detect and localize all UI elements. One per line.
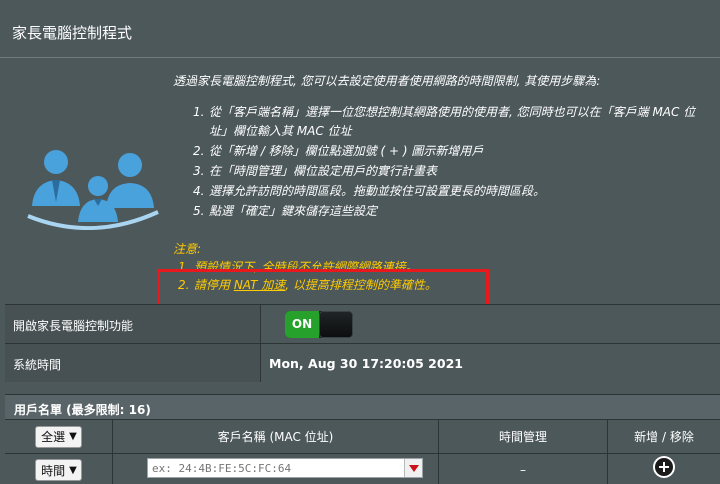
time-cell: – [439,454,608,484]
instructions: 透過家長電腦控制程式, 您可以去設定使用者使用網路的時間限制, 其使用步驟為: … [173,72,713,222]
client-list-header: 用戶名單 (最多限制: 16) [5,394,720,419]
note-text-post: , 以提高排程控制的準確性。 [285,278,437,292]
step-number: 1. [193,105,205,119]
toggle-knob [319,310,353,338]
note-item: 1. 預設情況下, 全時段不允許網際網路連接。 [178,258,713,276]
client-dropdown-button[interactable] [404,459,422,477]
step-text: 選擇允許訪問的時間區段。拖動並按住可設置更長的時間區段。 [209,184,546,198]
note-number: 1. [178,260,190,274]
time-value: – [520,463,526,477]
row-mode-label: 時間 [41,463,66,478]
select-all-dropdown[interactable]: 全選 ▼ [35,425,82,448]
setting-row-system-time: 系統時間 Mon, Aug 30 17:20:05 2021 [5,343,720,382]
add-circle-icon [655,458,673,476]
add-client-button[interactable] [653,456,675,478]
table-row: 時間 ▼ – [5,453,720,484]
step-text: 在「時間管理」欄位設定用戶的實行計畫表 [209,164,438,178]
enable-value: ON [261,305,720,343]
step-number: 4. [193,184,205,198]
client-combo [147,458,423,478]
step-number: 2. [193,144,205,158]
client-mac-input[interactable] [148,459,404,477]
add-remove-column-header: 新增 / 移除 [634,430,694,444]
toggle-on-label: ON [285,310,319,338]
setting-row-enable: 開啟家長電腦控制功能 ON [5,304,720,343]
row-mode-dropdown[interactable]: 時間 ▼ [35,459,82,481]
title-bar: 家長電腦控制程式 [0,0,720,56]
nat-acceleration-link[interactable]: NAT 加速 [234,278,285,292]
dropdown-arrow-icon [408,464,419,472]
notes-heading: 注意: [173,242,202,256]
enable-label: 開啟家長電腦控制功能 [5,305,261,343]
step-text: 點選「確定」鍵來儲存這些設定 [209,204,378,218]
step-item: 3. 在「時間管理」欄位設定用戶的實行計畫表 [193,162,713,181]
note-text: 預設情況下, 全時段不允許網際網路連接。 [194,260,418,274]
client-cell [113,454,439,484]
settings-table: 開啟家長電腦控制功能 ON 系統時間 Mon, Aug 30 17:20:05 … [5,304,720,382]
system-time-label: 系統時間 [5,344,261,382]
column-header-row: 全選 ▼ 客戶名稱 (MAC 位址) 時間管理 新增 / 移除 [5,419,720,453]
step-text: 從「新增 / 移除」欄位點選加號 ( + ) 圖示新增用戶 [209,144,484,158]
add-cell [608,454,720,484]
time-column-header: 時間管理 [439,420,608,453]
note-number: 2. [178,278,190,292]
client-list: 用戶名單 (最多限制: 16) 全選 ▼ 客戶名稱 (MAC 位址) 時間管理 … [5,394,720,484]
notes-list: 1. 預設情況下, 全時段不允許網際網路連接。 2. 請停用 NAT 加速, 以… [173,258,713,294]
system-time-value: Mon, Aug 30 17:20:05 2021 [261,344,720,382]
select-column-header: 全選 ▼ [5,420,113,453]
note-text: 請停用 NAT 加速, 以提高排程控制的準確性。 [194,276,437,294]
intro-text: 透過家長電腦控制程式, 您可以去設定使用者使用網路的時間限制, 其使用步驟為: [173,74,601,88]
steps-list: 1. 從「客戶端名稱」選擇一位您想控制其網路使用的使用者, 您同時也可以在「客戶端… [173,103,713,221]
page-title: 家長電腦控制程式 [12,24,133,42]
step-number: 3. [193,164,205,178]
family-icon [27,150,159,230]
step-item: 2. 從「新增 / 移除」欄位點選加號 ( + ) 圖示新增用戶 [193,142,713,161]
row-select-cell: 時間 ▼ [5,454,113,484]
enable-toggle[interactable]: ON [285,310,353,338]
chevron-down-icon: ▼ [69,431,77,442]
select-all-label: 全選 [41,430,66,444]
step-item: 1. 從「客戶端名稱」選擇一位您想控制其網路使用的使用者, 您同時也可以在「客戶端… [193,103,713,141]
notes: 注意: 1. 預設情況下, 全時段不允許網際網路連接。 2. 請停用 NAT 加… [173,240,713,294]
note-item: 2. 請停用 NAT 加速, 以提高排程控制的準確性。 [178,276,713,294]
step-item: 4. 選擇允許訪問的時間區段。拖動並按住可設置更長的時間區段。 [193,182,713,201]
chevron-down-icon: ▼ [69,464,77,476]
step-text: 從「客戶端名稱」選擇一位您想控制其網路使用的使用者, 您同時也可以在「客戶端 M… [209,105,696,138]
client-column-header: 客戶名稱 (MAC 位址) [113,420,439,453]
step-item: 5. 點選「確定」鍵來儲存這些設定 [193,202,713,221]
step-number: 5. [193,204,205,218]
note-text-pre: 請停用 [194,278,234,292]
